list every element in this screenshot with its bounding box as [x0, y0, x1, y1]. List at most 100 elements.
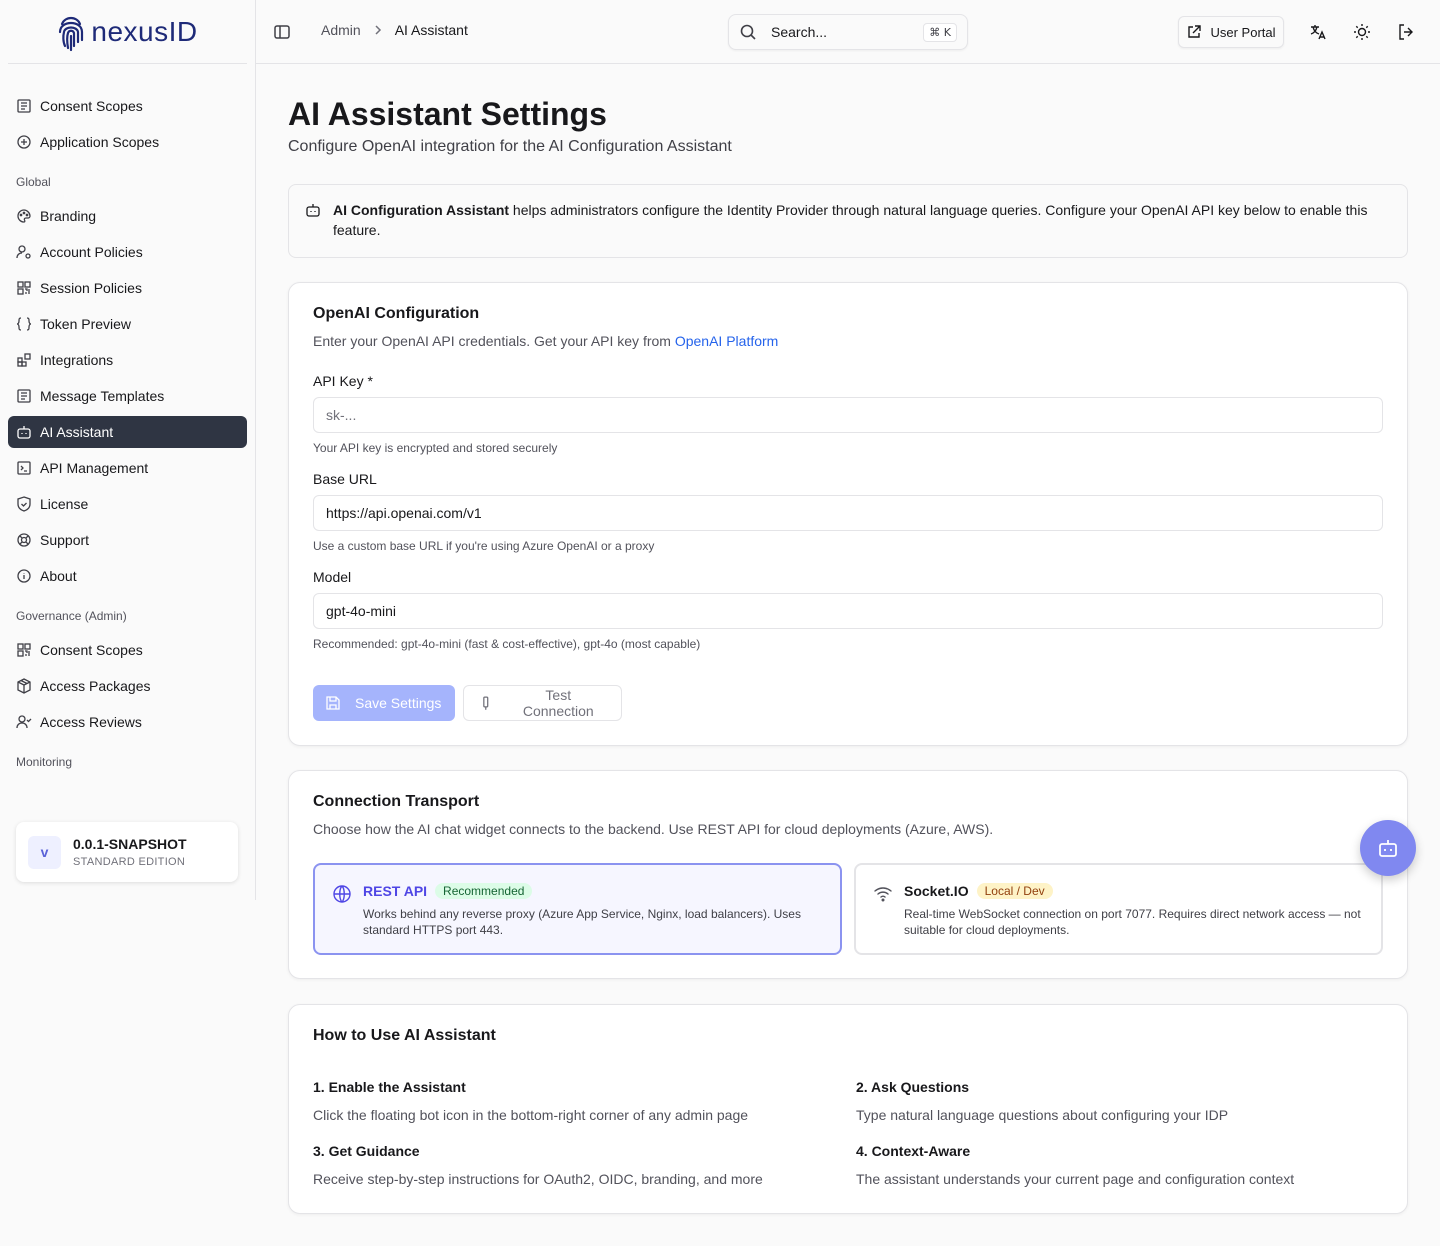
- translate-icon[interactable]: [1308, 22, 1328, 42]
- sidebar-item-label: Consent Scopes: [40, 642, 143, 658]
- openai-card-desc: Enter your OpenAI API credentials. Get y…: [313, 333, 779, 349]
- version-title: 0.0.1-SNAPSHOT: [73, 836, 187, 852]
- sidebar-item-support[interactable]: Support: [8, 524, 247, 556]
- list-icon: [17, 389, 31, 403]
- model-label: Model: [313, 569, 352, 585]
- sidebar-nav: Consent Scopes Application Scopes Global…: [8, 66, 247, 772]
- info-icon: [17, 569, 31, 583]
- sidebar-item-license[interactable]: License: [8, 488, 247, 520]
- sidebar-item-label: About: [40, 568, 77, 584]
- plus-circle-icon: [17, 135, 31, 149]
- logout-icon[interactable]: [1396, 22, 1416, 42]
- transport-option-socketio[interactable]: Socket.IO Local / Dev Real-time WebSocke…: [854, 863, 1383, 955]
- sidebar-toggle-icon[interactable]: [272, 22, 292, 42]
- qr-icon: [17, 281, 31, 295]
- top-header: Admin AI Assistant Search... ⌘ K User Po…: [256, 0, 1440, 64]
- how-item-desc: Receive step-by-step instructions for OA…: [313, 1171, 763, 1187]
- bot-icon: [306, 204, 320, 217]
- lifebuoy-icon: [17, 533, 31, 547]
- model-help: Recommended: gpt-4o-mini (fast & cost-ef…: [313, 637, 701, 651]
- how-item-desc: Type natural language questions about co…: [856, 1107, 1229, 1123]
- transport-card-title: Connection Transport: [313, 793, 480, 810]
- plug-icon: [483, 696, 489, 710]
- recommended-badge: Recommended: [435, 883, 533, 899]
- sidebar-item-label: Message Templates: [40, 388, 165, 404]
- sidebar-item-label: Support: [40, 532, 90, 548]
- transport-card-desc: Choose how the AI chat widget connects t…: [313, 821, 994, 837]
- sidebar-item-label: Branding: [40, 208, 97, 224]
- how-item-title: 4. Context-Aware: [856, 1143, 971, 1159]
- version-edition: STANDARD EDITION: [73, 856, 186, 868]
- sidebar-item-token-preview[interactable]: Token Preview: [8, 308, 247, 340]
- sidebar-item-api-management[interactable]: API Management: [8, 452, 247, 484]
- how-item-title: 3. Get Guidance: [313, 1143, 420, 1159]
- how-item-desc: The assistant understands your current p…: [856, 1171, 1295, 1187]
- sidebar-item-label: Session Policies: [40, 280, 142, 296]
- api-key-label: API Key *: [313, 373, 373, 389]
- openai-platform-link[interactable]: OpenAI Platform: [675, 333, 779, 349]
- sidebar-item-label: API Management: [40, 460, 149, 476]
- page-title: AI Assistant Settings: [288, 96, 607, 132]
- sidebar-item-application-scopes[interactable]: Application Scopes: [8, 126, 247, 158]
- sidebar-item-branding[interactable]: Branding: [8, 200, 247, 232]
- save-settings-label: Save Settings: [355, 695, 442, 711]
- page-subtitle: Configure OpenAI integration for the AI …: [288, 138, 732, 155]
- version-card[interactable]: v 0.0.1-SNAPSHOT STANDARD EDITION: [16, 822, 238, 882]
- sidebar-item-label: Consent Scopes: [40, 98, 143, 114]
- terminal-icon: [17, 461, 31, 475]
- ai-chat-fab-button[interactable]: [1360, 820, 1416, 876]
- external-link-icon: [1188, 25, 1202, 38]
- globe-icon: [333, 885, 351, 903]
- api-key-help: Your API key is encrypted and stored sec…: [313, 441, 558, 455]
- sidebar-item-label: License: [40, 496, 89, 512]
- sun-icon[interactable]: [1352, 22, 1372, 42]
- breadcrumb-admin[interactable]: Admin: [321, 22, 361, 38]
- search-shortcut: ⌘ K: [923, 22, 957, 42]
- sidebar-item-access-packages[interactable]: Access Packages: [8, 670, 247, 702]
- palette-icon: [17, 209, 31, 223]
- api-key-input[interactable]: [313, 397, 1383, 433]
- base-url-help: Use a custom base URL if you're using Az…: [313, 539, 655, 553]
- sidebar-item-label: Account Policies: [40, 244, 143, 260]
- model-input[interactable]: [313, 593, 1383, 629]
- search-icon: [740, 24, 756, 40]
- sidebar-item-message-templates[interactable]: Message Templates: [8, 380, 247, 412]
- connection-transport-card: Connection Transport Choose how the AI c…: [288, 770, 1408, 979]
- rest-desc: Works behind any reverse proxy (Azure Ap…: [363, 907, 801, 937]
- sidebar-item-label: Integrations: [40, 352, 114, 368]
- test-connection-button[interactable]: Test Connection: [463, 685, 622, 721]
- openai-config-card: OpenAI Configuration Enter your OpenAI A…: [288, 282, 1408, 746]
- sidebar-item-label: Token Preview: [40, 316, 132, 332]
- transport-option-rest[interactable]: REST API Recommended Works behind any re…: [313, 863, 842, 955]
- sidebar-item-access-reviews[interactable]: Access Reviews: [8, 706, 247, 738]
- sidebar-item-account-policies[interactable]: Account Policies: [8, 236, 247, 268]
- sidebar-item-consent-scopes[interactable]: Consent Scopes: [8, 90, 247, 122]
- rest-title: REST API: [363, 883, 428, 899]
- section-label-global: Global: [16, 175, 51, 189]
- search-input[interactable]: Search... ⌘ K: [728, 14, 968, 50]
- bot-icon: [17, 426, 31, 439]
- how-item-title: 2. Ask Questions: [856, 1079, 970, 1095]
- info-title: AI Configuration Assistant: [333, 202, 510, 218]
- fingerprint-icon: [59, 16, 84, 51]
- base-url-input[interactable]: [313, 495, 1383, 531]
- user-portal-button[interactable]: User Portal: [1178, 16, 1284, 48]
- bot-icon: [1379, 840, 1397, 857]
- how-item-title: 1. Enable the Assistant: [313, 1079, 466, 1095]
- braces-icon: [16, 317, 32, 331]
- sidebar-item-label: AI Assistant: [40, 424, 114, 440]
- sidebar-item-integrations[interactable]: Integrations: [8, 344, 247, 376]
- sidebar-item-ai-assistant[interactable]: AI Assistant: [8, 416, 247, 448]
- logo-area: nexusID: [8, 0, 247, 64]
- sidebar-item-governance-consent-scopes[interactable]: Consent Scopes: [8, 634, 247, 666]
- list-icon: [17, 99, 31, 113]
- logo[interactable]: nexusID: [57, 12, 197, 52]
- sidebar-item-about[interactable]: About: [8, 560, 247, 592]
- sidebar: nexusID Consent Scopes Application Scope…: [0, 0, 256, 900]
- wifi-icon: [874, 887, 892, 902]
- qr-icon: [17, 643, 31, 657]
- sidebar-item-session-policies[interactable]: Session Policies: [8, 272, 247, 304]
- package-icon: [17, 678, 31, 694]
- search-placeholder: Search...: [771, 24, 828, 40]
- save-settings-button[interactable]: Save Settings: [313, 685, 455, 721]
